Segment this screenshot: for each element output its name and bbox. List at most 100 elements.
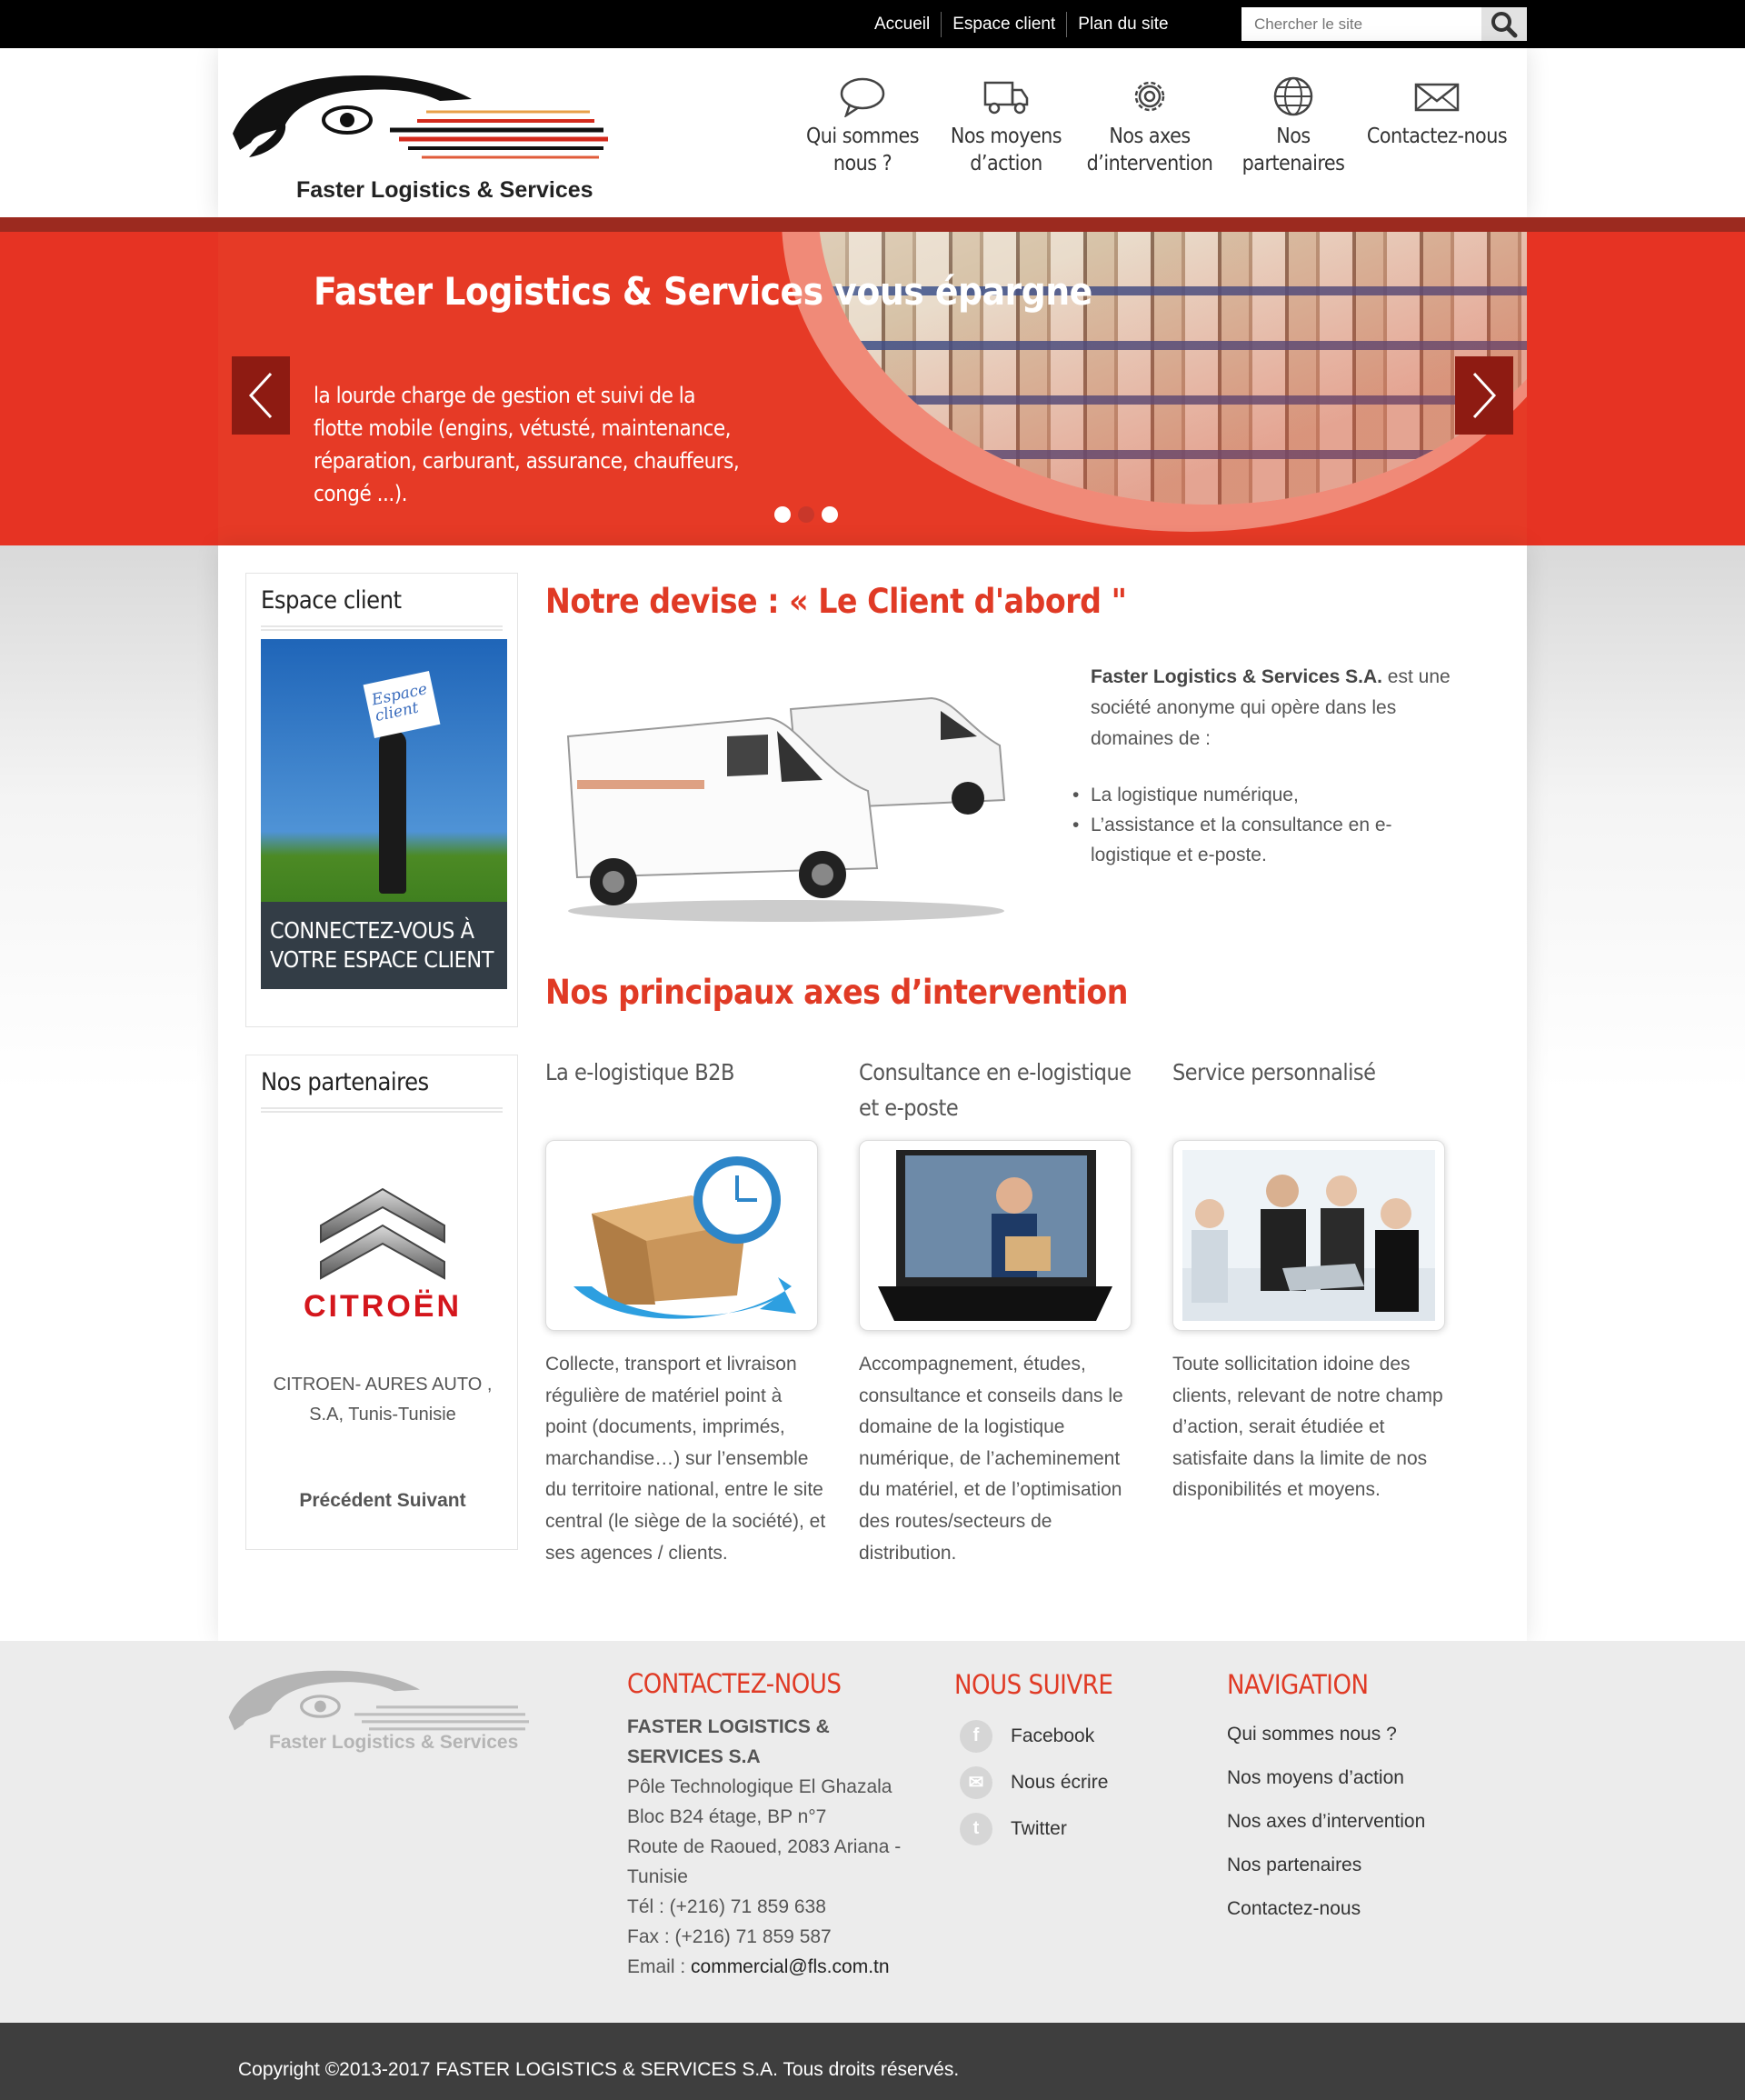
header-red-strip (0, 217, 1745, 232)
globe-icon (1273, 76, 1313, 116)
espace-client-banner-text: CONNECTEZ-VOUS À VOTRE ESPACE CLIENT (261, 902, 507, 989)
facebook-icon: f (960, 1719, 992, 1753)
site-logo[interactable]: Faster Logistics & Services (231, 70, 613, 203)
address-line: Bloc B24 étage, BP n°7 (627, 1806, 827, 1827)
slider-prev-button[interactable] (232, 356, 290, 435)
eagle-logo-icon (233, 75, 608, 159)
footer-navigation: NAVIGATION Qui sommes nous ? Nos moyens … (1227, 1669, 1500, 1931)
footer-follow-title: NOUS SUIVRE (954, 1669, 1113, 1700)
address-line: Route de Raoued, 2083 Ariana - Tunisie (627, 1836, 902, 1887)
footer-follow: NOUS SUIVRE f Facebook ✉ Nous écrire t Twit… (954, 1669, 1182, 1852)
axe-title[interactable]: Service personnalisé (1172, 1055, 1454, 1127)
partners-title: Nos partenaires (261, 1068, 429, 1096)
footer-logo[interactable]: Faster Logistics & Services (225, 1666, 534, 1775)
slider-dot[interactable] (822, 506, 838, 523)
top-link-espace-client[interactable]: Espace client (942, 15, 1066, 35)
slide-text: la lourde charge de gestion et suivi de … (314, 383, 740, 506)
parcel-clock-image (555, 1150, 808, 1321)
espace-client-banner-link[interactable]: Espace client CONNECTEZ-VOUS À VOTRE ESP… (261, 639, 507, 989)
hero-slider: Faster Logistics & Services vous épargne… (0, 232, 1745, 545)
divider (261, 1105, 503, 1113)
intro-text: Faster Logistics & Services S.A. est une… (1091, 662, 1463, 755)
partner-next-button[interactable]: Suivant (397, 1490, 466, 1511)
espace-client-title: Espace client (261, 586, 402, 615)
footer-contact: CONTACTEZ-NOUS FASTER LOGISTICS & SERVIC… (627, 1669, 927, 1982)
slide: Faster Logistics & Services vous épargne… (218, 232, 1527, 545)
social-facebook[interactable]: f Facebook (954, 1713, 1182, 1759)
axe-image-frame[interactable] (859, 1140, 1132, 1331)
axe-image-frame[interactable] (545, 1140, 818, 1331)
nav-item-nos-axes[interactable]: Nos axes d’intervention (1078, 75, 1222, 177)
envelope-icon (1414, 83, 1460, 112)
axe-card-service: Service personnalisé Toute sollicitation… (1172, 1055, 1454, 1500)
footer-nav-title: NAVIGATION (1227, 1669, 1369, 1700)
gear-icon (1134, 81, 1165, 112)
axe-title[interactable]: La e-logistique B2B (545, 1055, 827, 1127)
footer-nav-link[interactable]: Nos axes d’intervention (1227, 1800, 1500, 1844)
eagle-logo-icon (228, 1670, 529, 1731)
search-icon (1491, 11, 1518, 37)
mail-icon: ✉ (960, 1765, 992, 1799)
nav-item-nos-moyens[interactable]: Nos moyens d’action (934, 75, 1078, 177)
top-link-accueil[interactable]: Accueil (863, 15, 941, 35)
social-email[interactable]: ✉ Nous écrire (954, 1759, 1182, 1805)
axe-title[interactable]: Consultance en e-logistique et e-poste (859, 1055, 1141, 1127)
footer-nav-link[interactable]: Nos moyens d’action (1227, 1756, 1500, 1800)
partner-pager: Précédent Suivant (246, 1490, 519, 1512)
axes-heading: Nos principaux axes d’intervention (545, 973, 1128, 1012)
devise-heading: Notre devise : « Le Client d'abord " (545, 582, 1127, 621)
slider-dot[interactable] (774, 506, 791, 523)
top-link-plan-du-site[interactable]: Plan du site (1067, 15, 1179, 35)
domains-list: La logistique numérique, L’assistance et… (1072, 780, 1454, 870)
nav-label: Qui sommes nous ? (806, 125, 920, 175)
axe-image-frame[interactable] (1172, 1140, 1445, 1331)
nav-label: Nos partenaires (1241, 125, 1345, 175)
email-line: Email : commercial@fls.com.tn (627, 1952, 927, 1982)
speech-bubble-icon (840, 77, 885, 117)
axe-card-consultance: Consultance en e-logistique et e-poste A… (859, 1055, 1141, 1564)
slider-dots (774, 506, 838, 523)
fax: Fax : (+216) 71 859 587 (627, 1926, 832, 1947)
search-box (1241, 7, 1527, 41)
list-item: L’assistance et la consultance en e-logi… (1072, 810, 1454, 870)
list-item: La logistique numérique, (1072, 780, 1454, 810)
top-bar: Accueil Espace client Plan du site (0, 0, 1745, 48)
axe-description: Toute sollicitation idoine des clients, … (1172, 1354, 1443, 1501)
nav-item-contactez-nous[interactable]: Contactez-nous (1365, 75, 1509, 177)
copyright: Copyright ©2013-2017 FASTER LOGISTICS & … (0, 2023, 1745, 2100)
footer-nav-link[interactable]: Contactez-nous (1227, 1887, 1500, 1931)
intro-company: Faster Logistics & Services S.A. (1091, 666, 1382, 687)
email-label: Email : (627, 1956, 692, 1977)
social-label: Facebook (1011, 1725, 1095, 1746)
divider (261, 624, 503, 631)
espace-client-box: Espace client Espace client CONNECTEZ-VO… (245, 573, 518, 1027)
nav-item-qui-sommes-nous[interactable]: Qui sommes nous ? (791, 75, 934, 177)
email-link[interactable]: commercial@fls.com.tn (691, 1956, 890, 1977)
twitter-icon: t (960, 1812, 992, 1845)
partners-box: Nos partenaires CITROËN CITROEN- AURES A… (245, 1055, 518, 1550)
chevron-right-icon (1472, 372, 1497, 419)
social-label: Twitter (1011, 1817, 1067, 1839)
footer-nav-link[interactable]: Nos partenaires (1227, 1844, 1500, 1887)
search-button[interactable] (1481, 7, 1527, 41)
chevron-left-icon (248, 372, 273, 419)
footer-logo-text: Faster Logistics & Services (269, 1732, 519, 1753)
axe-card-b2b: La e-logistique B2B Collecte, transport … (545, 1055, 827, 1564)
slide-title: Faster Logistics & Services vous épargne (314, 269, 1092, 314)
company-name: FASTER LOGISTICS & SERVICES S.A (627, 1716, 830, 1767)
slider-dot-active[interactable] (798, 506, 814, 523)
vans-image (566, 696, 1006, 922)
nav-label: Contactez-nous (1366, 125, 1508, 148)
slider-next-button[interactable] (1455, 356, 1513, 435)
top-links: Accueil Espace client Plan du site (863, 0, 1180, 48)
social-twitter[interactable]: t Twitter (954, 1805, 1182, 1852)
partner-prev-button[interactable]: Précédent (299, 1490, 392, 1511)
nav-item-nos-partenaires[interactable]: Nos partenaires (1222, 75, 1365, 177)
nav-label: Nos axes d’intervention (1086, 125, 1213, 175)
header: Faster Logistics & Services Qui sommes n… (218, 48, 1527, 217)
search-input[interactable] (1241, 7, 1481, 41)
footer-nav-link[interactable]: Qui sommes nous ? (1227, 1713, 1500, 1756)
axe-description: Accompagnement, études, consultance et c… (859, 1354, 1123, 1564)
citroen-logo-text: CITROËN (304, 1289, 462, 1324)
nav-label: Nos moyens d’action (950, 125, 1062, 175)
